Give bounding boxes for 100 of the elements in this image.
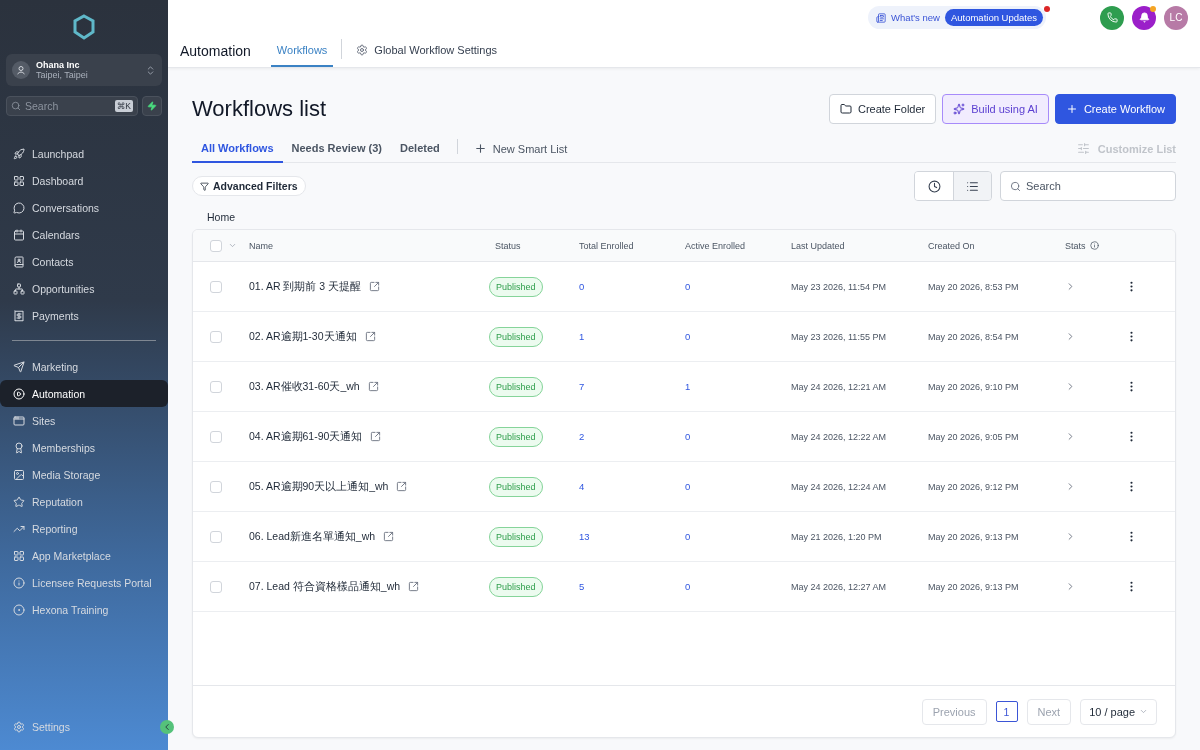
sidebar-item[interactable]: Reporting bbox=[6, 515, 162, 542]
workflow-name[interactable]: 01. AR 到期前 3 天提醒 bbox=[249, 279, 362, 294]
page-size-select[interactable]: 10 / page bbox=[1080, 698, 1157, 725]
notifications-button[interactable] bbox=[1132, 5, 1156, 30]
external-link-icon[interactable] bbox=[370, 431, 382, 442]
circle-icon bbox=[13, 603, 25, 616]
column-header: Total Enrolled bbox=[579, 240, 635, 251]
table-cell-text: May 23 2026, 11:54 PM bbox=[791, 281, 887, 292]
table-cell[interactable]: 1 bbox=[579, 331, 585, 342]
table-cell[interactable]: 0 bbox=[685, 431, 691, 442]
grid-icon bbox=[13, 174, 25, 187]
workflow-name[interactable]: 04. AR逾期61-90天通知 bbox=[249, 429, 363, 444]
list-tab[interactable]: Needs Review (3) bbox=[282, 135, 391, 163]
window-icon bbox=[13, 414, 25, 427]
status-badge: Published bbox=[489, 376, 543, 397]
row-checkbox[interactable] bbox=[210, 530, 222, 543]
action-button[interactable]: Build using AI bbox=[942, 94, 1049, 124]
table-cell-text: May 20 2026, 8:54 PM bbox=[928, 331, 1020, 342]
status-badge: Published bbox=[489, 276, 543, 297]
sidebar-item[interactable]: Hexona Training bbox=[6, 596, 162, 623]
table-cell[interactable]: 0 bbox=[685, 531, 691, 542]
row-checkbox[interactable] bbox=[210, 430, 222, 443]
sidebar-item[interactable]: Media Storage bbox=[6, 461, 162, 488]
select-all-checkbox[interactable] bbox=[210, 239, 222, 252]
quick-action-button[interactable] bbox=[142, 96, 162, 116]
workflow-name[interactable]: 05. AR逾期90天以上通知_wh bbox=[249, 479, 389, 494]
table-cell[interactable]: 4 bbox=[579, 481, 585, 492]
table-cell[interactable]: 0 bbox=[685, 581, 691, 592]
sidebar-item[interactable]: Launchpad bbox=[6, 140, 162, 167]
external-link-icon[interactable] bbox=[408, 581, 420, 592]
table-cell[interactable]: 0 bbox=[685, 281, 691, 292]
rocket-icon bbox=[13, 147, 25, 160]
sidebar-item[interactable]: Contacts bbox=[6, 248, 162, 275]
table-cell[interactable]: 7 bbox=[579, 381, 585, 392]
row-checkbox[interactable] bbox=[210, 330, 222, 343]
search-field[interactable]: Search ⌘K bbox=[6, 96, 138, 116]
sidebar-item[interactable]: Payments bbox=[6, 302, 162, 329]
search-icon bbox=[1010, 181, 1021, 192]
sidebar-item[interactable]: Dashboard bbox=[6, 167, 162, 194]
external-link-icon[interactable] bbox=[369, 281, 381, 292]
sidebar-item[interactable]: App Marketplace bbox=[6, 542, 162, 569]
row-checkbox[interactable] bbox=[210, 380, 222, 393]
table-cell-text: May 21 2026, 1:20 PM bbox=[791, 531, 883, 542]
column-header: Active Enrolled bbox=[685, 240, 747, 251]
sidebar-item[interactable]: Marketing bbox=[6, 353, 162, 380]
view-toggle[interactable] bbox=[953, 172, 991, 200]
external-link-icon[interactable] bbox=[367, 381, 379, 392]
send-icon bbox=[13, 360, 25, 373]
workflow-name[interactable]: 03. AR催收31-60天_wh bbox=[249, 379, 360, 394]
section-title: Automation bbox=[180, 43, 251, 60]
workflow-name[interactable]: 07. Lead 符合資格樣品通知_wh bbox=[249, 579, 401, 594]
chat-icon bbox=[13, 201, 25, 214]
account-name: Ohana Inc bbox=[36, 60, 81, 70]
bolt-icon bbox=[147, 101, 157, 111]
row-checkbox[interactable] bbox=[210, 480, 222, 493]
updates-badge: Automation Updates bbox=[944, 9, 1043, 27]
header-tab[interactable]: Workflows bbox=[270, 35, 334, 67]
table-cell-text: May 23 2026, 11:55 PM bbox=[791, 331, 887, 342]
view-toggle[interactable] bbox=[915, 172, 953, 200]
table-cell[interactable]: 2 bbox=[579, 431, 585, 442]
sidebar-item[interactable]: Calendars bbox=[6, 221, 162, 248]
column-header: Stats bbox=[1065, 240, 1086, 251]
advanced-filters-button[interactable]: Advanced Filters bbox=[192, 176, 306, 196]
external-link-icon[interactable] bbox=[364, 331, 376, 342]
sidebar-item[interactable]: Sites bbox=[6, 407, 162, 434]
table-cell[interactable]: 1 bbox=[685, 381, 691, 392]
list-tab[interactable]: Deleted bbox=[391, 135, 449, 163]
calendar-icon bbox=[13, 228, 25, 241]
external-link-icon[interactable] bbox=[396, 481, 408, 492]
sidebar-item[interactable]: Reputation bbox=[6, 488, 162, 515]
header-tab[interactable]: Global Workflow Settings bbox=[350, 35, 504, 67]
phone-button[interactable] bbox=[1100, 5, 1124, 30]
table-cell[interactable]: 0 bbox=[685, 331, 691, 342]
action-button[interactable]: Create Folder bbox=[828, 94, 937, 124]
table-cell[interactable]: 5 bbox=[579, 581, 585, 592]
sidebar-item[interactable]: Opportunities bbox=[6, 275, 162, 302]
new-smart-list-button[interactable]: New Smart List bbox=[465, 135, 576, 162]
list-tab[interactable]: All Workflows bbox=[192, 135, 283, 163]
row-checkbox[interactable] bbox=[210, 580, 222, 593]
workflow-name[interactable]: 06. Lead新進名單通知_wh bbox=[249, 529, 376, 544]
page-button[interactable]: 1 bbox=[995, 701, 1018, 722]
action-button[interactable]: Create Workflow bbox=[1054, 94, 1176, 124]
table-cell[interactable]: 13 bbox=[579, 531, 590, 542]
table-cell[interactable]: 0 bbox=[685, 481, 691, 492]
sidebar-item[interactable]: Automation bbox=[0, 380, 168, 407]
gear-icon bbox=[356, 44, 369, 57]
sparkle-icon bbox=[953, 103, 966, 115]
external-link-icon[interactable] bbox=[383, 531, 395, 542]
account-switcher[interactable]: Ohana Inc Taipei, Taipei bbox=[6, 54, 162, 86]
table-cell-text: May 24 2026, 12:24 AM bbox=[791, 481, 888, 492]
row-checkbox[interactable] bbox=[210, 280, 222, 293]
workflow-name[interactable]: 02. AR逾期1-30天通知 bbox=[249, 329, 357, 344]
table-cell-text: May 24 2026, 12:22 AM bbox=[791, 431, 888, 442]
sidebar-item[interactable]: Licensee Requests Portal bbox=[6, 569, 162, 596]
sidebar-item[interactable]: Conversations bbox=[6, 194, 162, 221]
user-avatar[interactable]: LC bbox=[1164, 5, 1188, 30]
sidebar-item[interactable]: Memberships bbox=[6, 434, 162, 461]
search-field[interactable]: Search bbox=[1000, 171, 1176, 201]
table-cell[interactable]: 0 bbox=[579, 281, 585, 292]
collapse-button[interactable] bbox=[160, 720, 174, 734]
